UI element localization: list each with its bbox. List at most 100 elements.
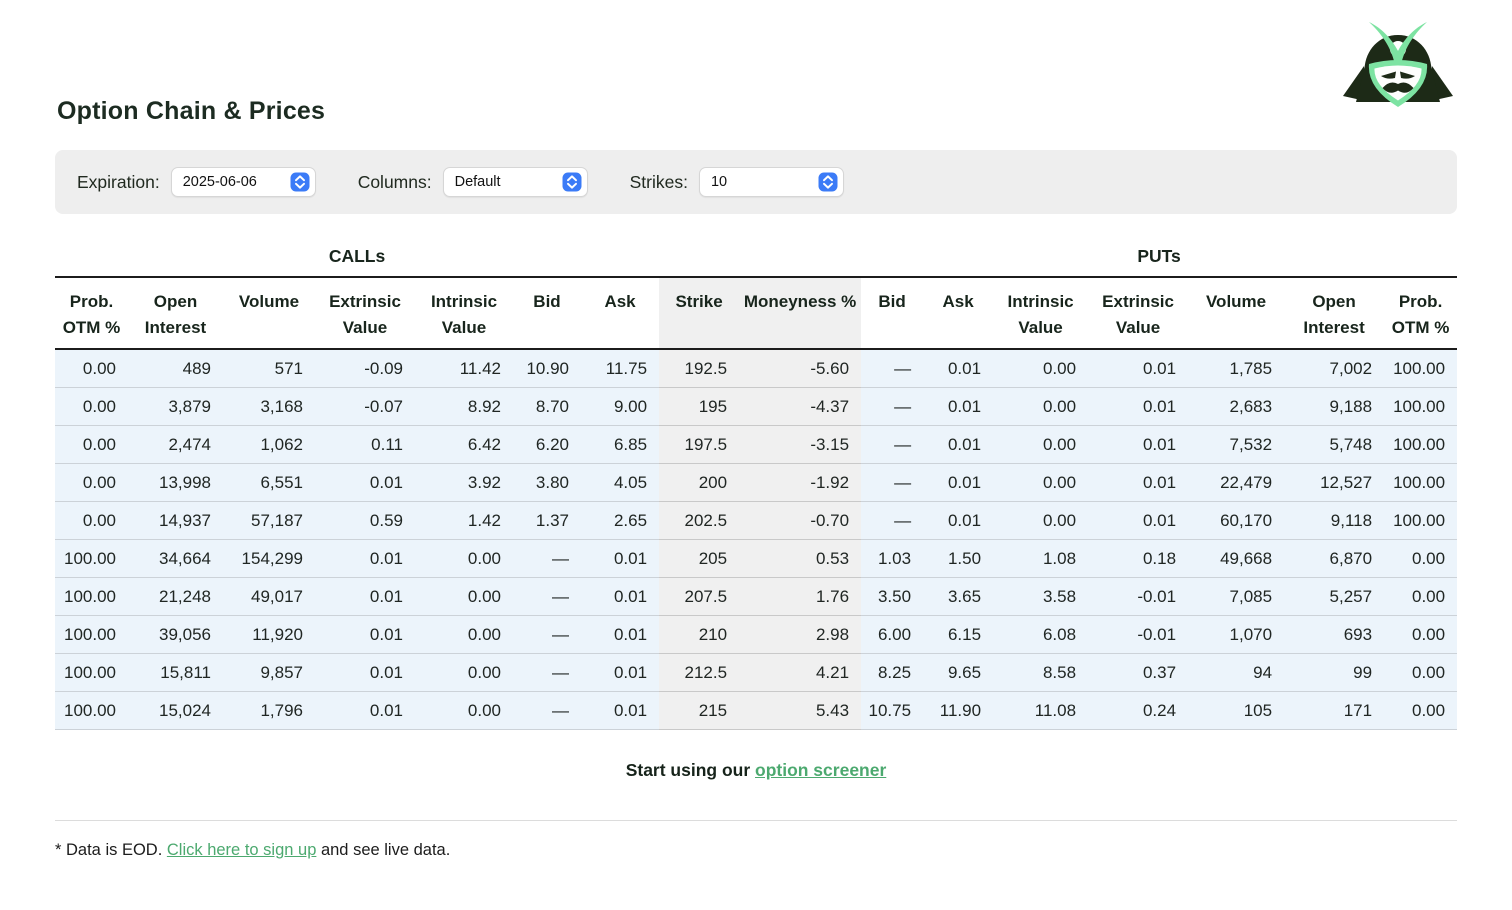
expiration-filter-group: Expiration: 2025-06-06 [77,167,316,197]
samurai-logo-icon [1332,20,1464,124]
filter-bar: Expiration: 2025-06-06 Columns: Default [55,150,1457,214]
column-header-row: Prob. OTM % Open Interest Volume Extrins… [55,277,1457,349]
cell: 0.00 [415,577,513,615]
col-header-call-volume: Volume [223,277,315,349]
cell: 489 [128,349,223,388]
cell: 9.00 [581,387,659,425]
columns-value: Default [455,174,501,190]
strike-cell: 215 [659,691,739,729]
strike-cell: 202.5 [659,501,739,539]
strikes-select[interactable]: 10 [699,167,844,197]
cell: — [513,691,581,729]
strike-cell: 205 [659,539,739,577]
moneyness-cell: 1.76 [739,577,861,615]
cell: 3.92 [415,463,513,501]
cell: 10.75 [861,691,923,729]
expiration-select[interactable]: 2025-06-06 [171,167,316,197]
col-header-call-prob-otm: Prob. OTM % [55,277,128,349]
cell: 0.00 [55,349,128,388]
cell: 100.00 [55,577,128,615]
cell: 0.01 [315,463,415,501]
cell: 100.00 [1384,463,1457,501]
cell: 0.00 [55,387,128,425]
cell: 0.00 [1384,539,1457,577]
cell: 105 [1188,691,1284,729]
cell: 6.08 [993,615,1088,653]
cell: 12,527 [1284,463,1384,501]
cell: 0.00 [993,387,1088,425]
strike-group-spacer [659,241,861,277]
col-header-strike: Strike [659,277,739,349]
cell: 0.00 [415,539,513,577]
cell: 99 [1284,653,1384,691]
cell: 7,085 [1188,577,1284,615]
cell: 1.37 [513,501,581,539]
option-screener-link[interactable]: option screener [755,760,886,780]
table-row: 0.00 489 571 -0.09 11.42 10.90 11.75 192… [55,349,1457,388]
puts-group-header: PUTs [861,241,1457,277]
col-header-put-prob-otm: Prob. OTM % [1384,277,1457,349]
cell: 0.01 [923,387,993,425]
table-row: 100.00 34,664 154,299 0.01 0.00 — 0.01 2… [55,539,1457,577]
cell: 11.90 [923,691,993,729]
cell: 6.42 [415,425,513,463]
strike-cell: 207.5 [659,577,739,615]
cell: 0.01 [581,539,659,577]
cell: 1.03 [861,539,923,577]
col-header-put-open-interest: Open Interest [1284,277,1384,349]
footer-note: * Data is EOD. Click here to sign up and… [55,841,1457,860]
strikes-value: 10 [711,174,727,190]
cell: 8.25 [861,653,923,691]
strikes-filter-group: Strikes: 10 [630,167,844,197]
sign-up-link[interactable]: Click here to sign up [167,841,317,859]
cell: 0.18 [1088,539,1188,577]
cell: 0.01 [1088,501,1188,539]
page: Option Chain & Prices Expiration: 2025-0… [0,0,1512,910]
cell: 1.08 [993,539,1088,577]
cell: 0.00 [415,653,513,691]
cell: 11.08 [993,691,1088,729]
cell: 100.00 [55,691,128,729]
cell: 3,168 [223,387,315,425]
moneyness-cell: 5.43 [739,691,861,729]
cell: 0.00 [1384,691,1457,729]
cell: — [861,387,923,425]
cell: 0.01 [1088,463,1188,501]
cell: 3,879 [128,387,223,425]
cell: 11.42 [415,349,513,388]
cell: 0.00 [1384,577,1457,615]
cell: 6,551 [223,463,315,501]
strike-cell: 212.5 [659,653,739,691]
cell: 0.00 [993,463,1088,501]
cell: 0.24 [1088,691,1188,729]
cell: 100.00 [1384,501,1457,539]
cell: 15,024 [128,691,223,729]
cell: 1,062 [223,425,315,463]
cell: 5,748 [1284,425,1384,463]
table-row: 100.00 39,056 11,920 0.01 0.00 — 0.01 21… [55,615,1457,653]
strikes-label: Strikes: [630,172,688,193]
table-body: 0.00 489 571 -0.09 11.42 10.90 11.75 192… [55,349,1457,730]
cell: 100.00 [1384,387,1457,425]
cell: 0.00 [55,501,128,539]
cell: 57,187 [223,501,315,539]
cell: 0.37 [1088,653,1188,691]
cell: -0.07 [315,387,415,425]
cell: 0.01 [315,577,415,615]
cell: 2,474 [128,425,223,463]
cell: 22,479 [1188,463,1284,501]
cell: 6.00 [861,615,923,653]
cell: 100.00 [1384,349,1457,388]
cell: 9.65 [923,653,993,691]
expiration-value: 2025-06-06 [183,174,257,190]
columns-select[interactable]: Default [443,167,588,197]
cell: 11.75 [581,349,659,388]
cell: 9,118 [1284,501,1384,539]
table-row: 100.00 21,248 49,017 0.01 0.00 — 0.01 20… [55,577,1457,615]
cell: — [513,615,581,653]
cell: 21,248 [128,577,223,615]
cell: 9,857 [223,653,315,691]
cell: 0.01 [923,501,993,539]
footer-text-prefix: * Data is EOD. [55,841,167,859]
cell: 0.00 [993,501,1088,539]
